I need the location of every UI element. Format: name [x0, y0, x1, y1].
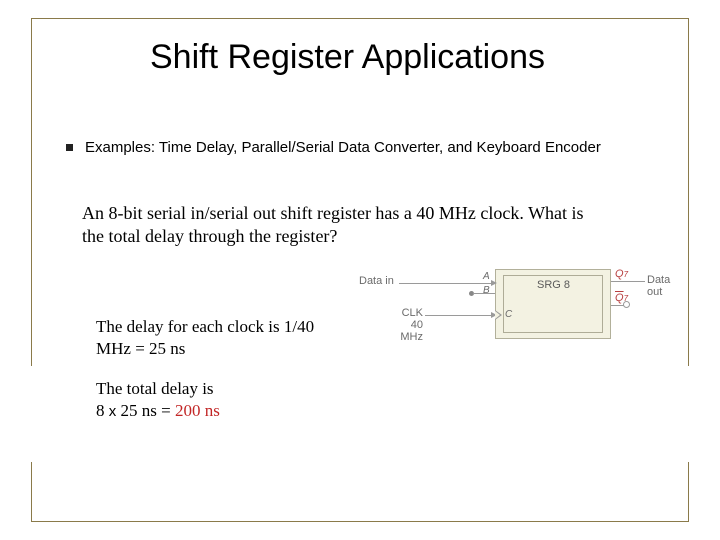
clock-edge-icon	[495, 310, 502, 320]
slide-title: Shift Register Applications	[150, 38, 545, 77]
q7-label: Q7	[615, 268, 628, 280]
bullet-row: Examples: Time Delay, Parallel/Serial Da…	[66, 138, 656, 158]
border-accent-left	[31, 462, 32, 522]
question-text: An 8-bit serial in/serial out shift regi…	[82, 202, 602, 249]
q7-q: Q	[615, 268, 624, 280]
bullet-icon	[66, 144, 73, 151]
srg-label: SRG 8	[537, 279, 570, 291]
shift-register-diagram: SRG 8 Data in A B CLK 40 MHz C Q7 Data o…	[365, 265, 665, 353]
clk-wire	[425, 315, 495, 316]
delay-per-clock-value: 25 ns	[149, 339, 185, 358]
data-in-label: Data in	[359, 275, 394, 287]
q7-wire	[611, 281, 645, 282]
delay-per-clock-text: The delay for each clock is 1/40 MHz = 2…	[96, 316, 336, 360]
clk-label: CLK 40 MHz	[387, 307, 423, 343]
data-in-arrow-icon	[491, 280, 497, 286]
q7-bar-sub: 7	[624, 294, 628, 303]
total-delay-prefix: The total delay is	[96, 379, 214, 398]
total-delay-text: The total delay is 8 x 25 ns = 200 ns	[96, 378, 336, 422]
border-accent-right	[688, 462, 689, 522]
input-b-wire	[473, 293, 495, 294]
q7-bar-q: Q	[615, 292, 624, 304]
bullet-text: Examples: Time Delay, Parallel/Serial Da…	[85, 138, 601, 158]
clk-line1: CLK	[402, 307, 423, 319]
data-out-label: Data out	[647, 274, 670, 298]
total-delay-a: 8	[96, 401, 109, 420]
q7-bar-label: Q7	[615, 292, 628, 304]
delay-per-clock-prefix: The delay for each clock is 1/40 MHz =	[96, 317, 314, 358]
input-b-label: B	[483, 285, 490, 296]
input-c-label: C	[505, 309, 512, 320]
total-delay-result: 200 ns	[175, 401, 220, 420]
input-a-label: A	[483, 271, 490, 282]
slide: Shift Register Applications Examples: Ti…	[0, 0, 720, 540]
total-delay-b: 25 ns =	[116, 401, 175, 420]
clk-line2: 40 MHz	[400, 319, 423, 343]
q7-sub: 7	[624, 270, 628, 279]
data-in-wire	[399, 283, 495, 284]
